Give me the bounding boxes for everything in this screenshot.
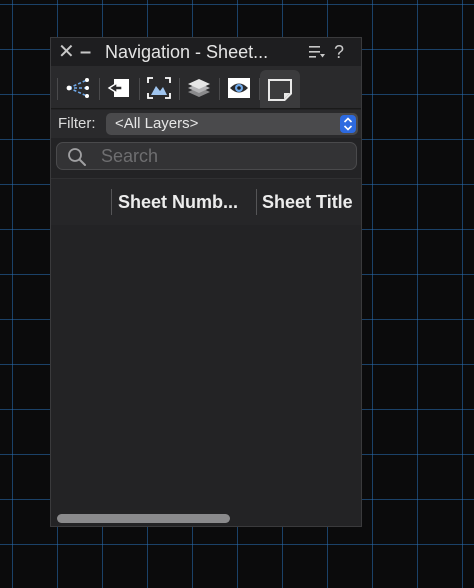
tab-design-layers[interactable] [102, 72, 136, 104]
tab-separator [139, 78, 140, 100]
layers-stack-icon [188, 79, 210, 97]
search-input[interactable] [101, 146, 341, 166]
column-separator[interactable] [256, 189, 257, 215]
viewport-eye-icon [228, 78, 250, 98]
tab-classes[interactable] [60, 72, 94, 104]
tab-viewports[interactable] [221, 72, 255, 104]
tab-saved-views[interactable] [141, 72, 175, 104]
search-box[interactable] [56, 142, 357, 170]
filter-dropdown[interactable]: <All Layers> [106, 113, 358, 135]
column-separator[interactable] [111, 189, 112, 215]
tab-separator [179, 78, 180, 100]
filter-label: Filter: [58, 115, 96, 132]
sheet-layer-icon [268, 79, 292, 101]
saved-views-icon [147, 77, 171, 99]
tab-separator [57, 78, 58, 100]
filter-row: Filter: <All Layers> [51, 110, 361, 138]
tab-separator [219, 78, 220, 100]
scrollbar-thumb[interactable] [57, 514, 230, 523]
horizontal-scrollbar[interactable] [51, 511, 361, 526]
close-icon[interactable]: ✕ [58, 42, 75, 62]
collapse-icon[interactable]: – [80, 42, 94, 62]
tab-sheet-layers[interactable] [260, 70, 300, 108]
sheet-list[interactable] [51, 225, 361, 511]
palette-menu-icon[interactable] [309, 45, 325, 59]
navigation-tab-bar [51, 66, 361, 109]
palette-title: Navigation - Sheet... [105, 42, 269, 62]
column-header-sheet-number[interactable]: Sheet Numb... [118, 191, 248, 213]
column-header-sheet-title[interactable]: Sheet Title [262, 191, 361, 213]
classes-icon [66, 78, 89, 98]
tab-layers[interactable] [181, 72, 215, 104]
navigation-palette: ✕ – Navigation - Sheet... ? Filter: <All… [50, 37, 362, 527]
table-header: Sheet Numb... Sheet Title [51, 178, 361, 226]
filter-selected-value: <All Layers> [115, 115, 199, 132]
tab-separator [99, 78, 100, 100]
palette-titlebar[interactable]: ✕ – Navigation - Sheet... ? [51, 38, 361, 66]
help-icon[interactable]: ? [334, 41, 344, 63]
dropdown-stepper-icon [340, 115, 356, 133]
design-layers-icon [107, 79, 129, 97]
search-icon [67, 147, 87, 172]
